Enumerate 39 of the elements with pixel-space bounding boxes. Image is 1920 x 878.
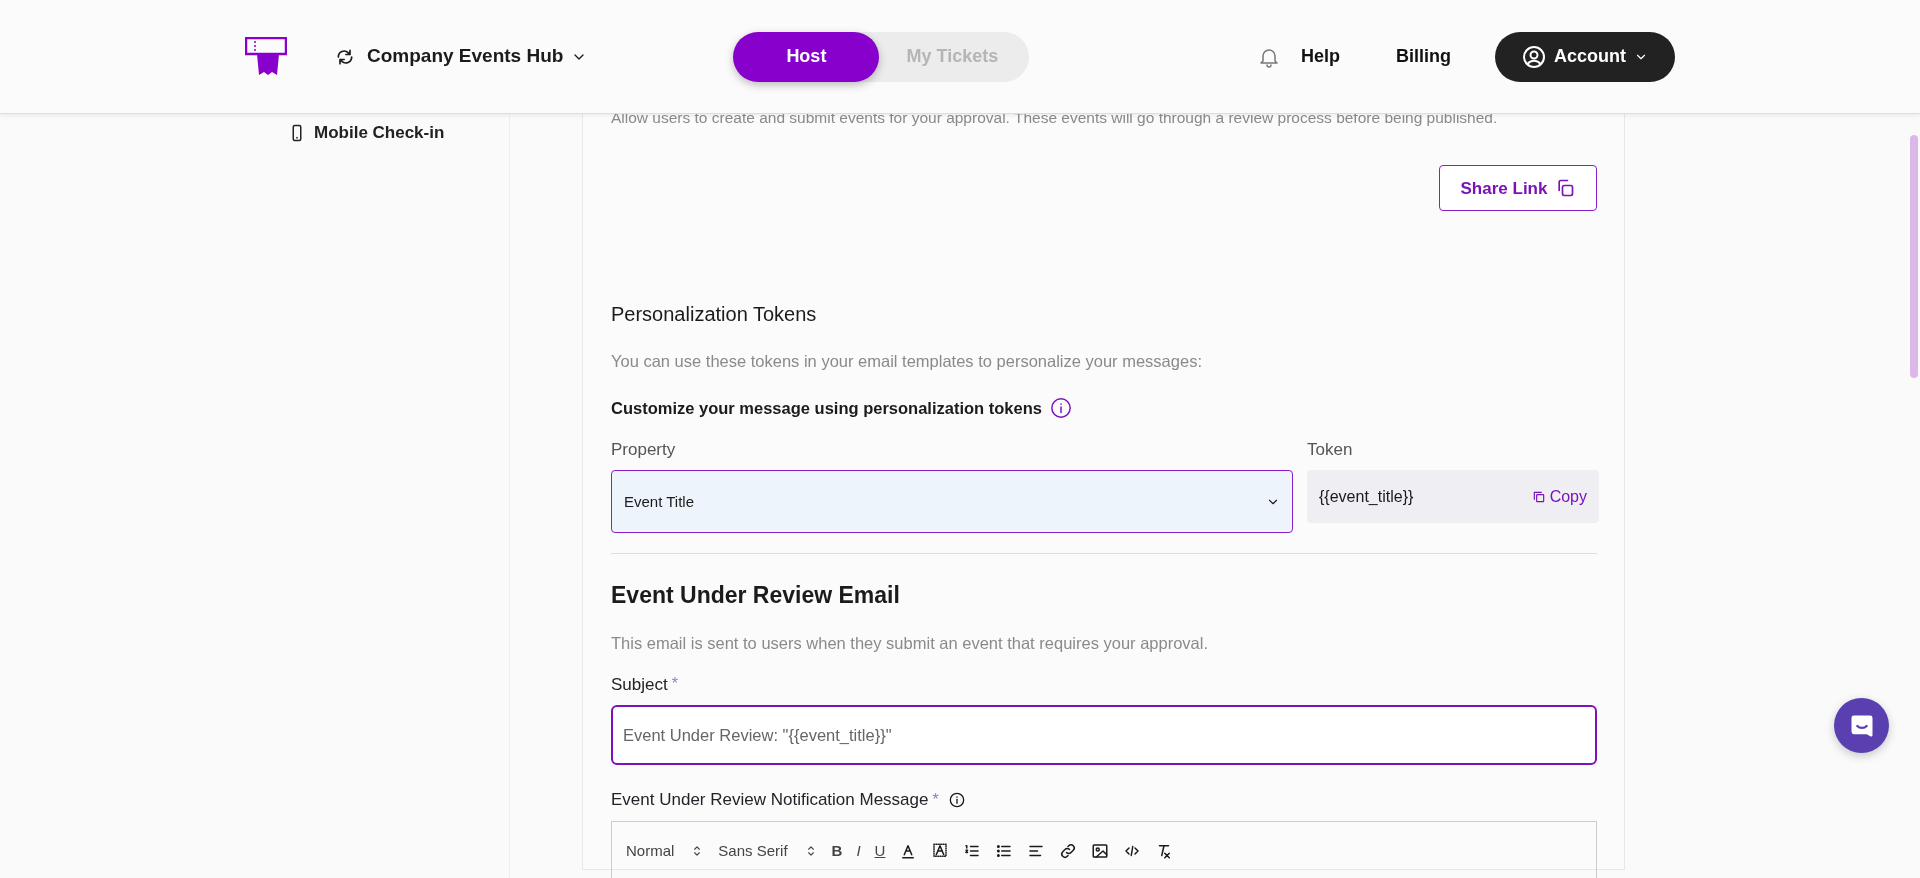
link-icon[interactable] xyxy=(1059,842,1078,860)
field-label: Property xyxy=(611,438,677,461)
account-button[interactable]: Account xyxy=(1495,31,1675,82)
required-mark: * xyxy=(671,674,678,695)
billing-link[interactable]: Billing xyxy=(1396,43,1451,70)
token-text: {{event_title}} xyxy=(1319,486,1414,507)
toolbar-dropdown[interactable]: Normal xyxy=(626,839,705,863)
chat-button[interactable] xyxy=(1834,698,1889,753)
copy-icon xyxy=(1555,178,1576,199)
field-label: Event Under Review Notification Message xyxy=(611,789,929,811)
copy-button[interactable]: Copy xyxy=(1531,484,1587,509)
mode-tab[interactable]: Host xyxy=(733,31,880,82)
info-icon[interactable] xyxy=(1049,397,1072,420)
field-label: Subject xyxy=(611,673,668,696)
highlight-icon[interactable] xyxy=(931,842,950,860)
field-label: Token xyxy=(1307,438,1354,461)
info-icon[interactable] xyxy=(948,791,965,808)
description-text: This email is sent to users when they submit an event that requires your approval. xyxy=(611,632,1210,654)
section-title: Personalization Tokens xyxy=(611,302,818,328)
description-text: You can use these tokens in your email templates to personalize your messages: xyxy=(611,351,1203,373)
property-select[interactable]: Event Title xyxy=(611,470,1293,534)
scrollbar-thumb[interactable] xyxy=(1910,135,1918,378)
toolbar-dropdown[interactable]: Sans Serif xyxy=(718,839,818,863)
share-link-button[interactable]: Share Link xyxy=(1439,165,1597,212)
prompt-text: Customize your message using personalization tokens xyxy=(611,398,1042,419)
workspace-name[interactable]: Company Events Hub xyxy=(367,42,564,71)
bullet-list-icon[interactable] xyxy=(995,842,1014,860)
italic-button[interactable]: I xyxy=(856,839,861,863)
bold-button[interactable]: B xyxy=(831,839,843,863)
ticket-logo-icon[interactable] xyxy=(245,36,287,77)
image-icon[interactable] xyxy=(1091,842,1110,860)
required-mark: * xyxy=(932,789,939,810)
section-title: Event Under Review Email xyxy=(611,581,901,611)
subject-input[interactable]: Event Under Review: "{{event_title}}" xyxy=(611,705,1597,765)
copy-icon xyxy=(1531,489,1546,504)
underline-button[interactable]: U xyxy=(874,839,886,863)
sidebar-item[interactable]: Mobile Check-in xyxy=(288,120,509,146)
user-icon xyxy=(1522,44,1546,69)
help-link[interactable]: Help xyxy=(1301,43,1340,70)
